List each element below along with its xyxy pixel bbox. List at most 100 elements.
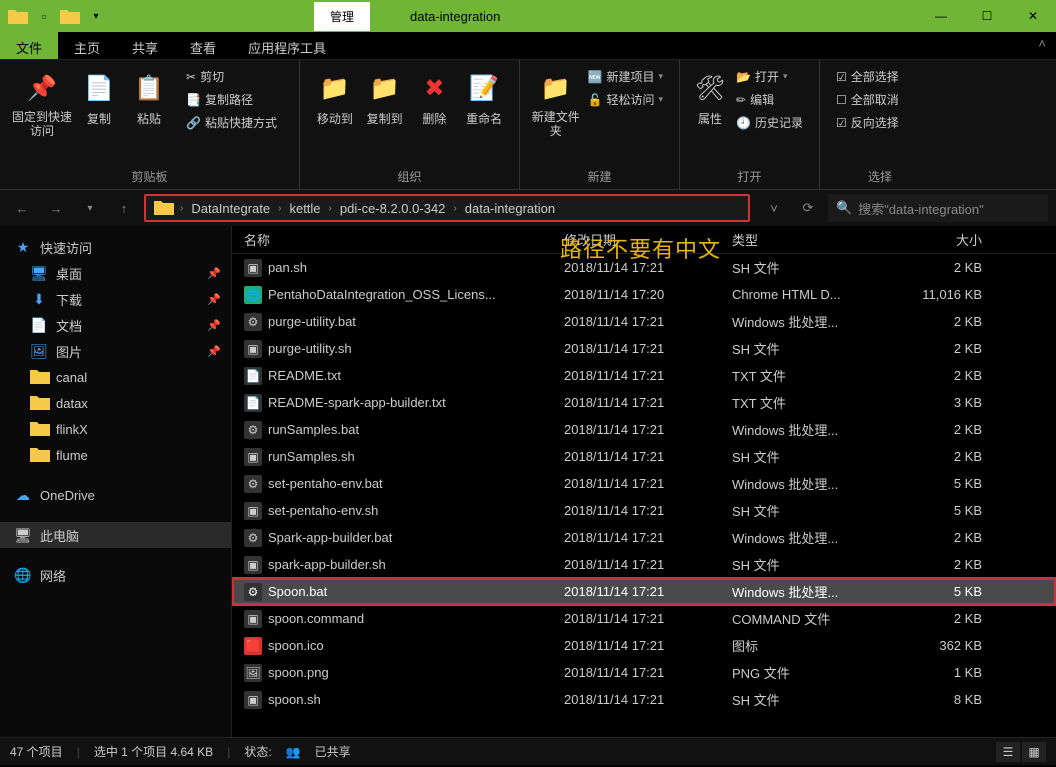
paste-shortcut-button[interactable]: 🔗粘贴快捷方式 <box>180 112 283 133</box>
breadcrumb[interactable]: › DataIntegrate › kettle › pdi-ce-8.2.0.… <box>144 194 750 222</box>
file-icon: ▣ <box>244 259 262 277</box>
tab-app-tools[interactable]: 应用程序工具 <box>232 32 342 59</box>
refresh-button[interactable]: ⟳ <box>794 194 822 222</box>
sidebar-item-datax[interactable]: datax <box>0 390 231 416</box>
close-button[interactable]: ✕ <box>1010 0 1056 32</box>
table-row[interactable]: ▣spark-app-builder.sh2018/11/14 17:21SH … <box>232 551 1056 578</box>
chevron-right-icon[interactable]: › <box>180 203 183 214</box>
qat-save-icon[interactable]: ▫ <box>34 6 54 26</box>
sidebar-onedrive[interactable]: ☁OneDrive <box>0 482 231 508</box>
table-row[interactable]: ⚙runSamples.bat2018/11/14 17:21Windows 批… <box>232 416 1056 443</box>
breadcrumb-item[interactable]: kettle <box>283 199 326 218</box>
sidebar-item-canal[interactable]: canal <box>0 364 231 390</box>
sidebar-desktop[interactable]: 🖥桌面📌 <box>0 260 231 286</box>
sidebar-network[interactable]: 🌐网络 <box>0 562 231 588</box>
edit-button[interactable]: ✏编辑 <box>730 89 809 110</box>
chevron-right-icon[interactable]: › <box>453 203 456 214</box>
column-size[interactable]: 大小 <box>892 230 1002 249</box>
file-list: ▣pan.sh2018/11/14 17:21SH 文件2 KB🌐Pentaho… <box>232 254 1056 713</box>
cut-button[interactable]: ✂剪切 <box>180 66 283 87</box>
table-row[interactable]: ▣spoon.command2018/11/14 17:21COMMAND 文件… <box>232 605 1056 632</box>
edit-icon: ✏ <box>736 93 746 107</box>
file-date: 2018/11/14 17:21 <box>564 503 732 518</box>
sidebar-this-pc[interactable]: 🖥此电脑 <box>0 522 231 548</box>
table-row[interactable]: 📄README-spark-app-builder.txt2018/11/14 … <box>232 389 1056 416</box>
breadcrumb-item[interactable]: data-integration <box>459 199 561 218</box>
column-type[interactable]: 类型 <box>732 230 892 249</box>
table-row[interactable]: ▣purge-utility.sh2018/11/14 17:21SH 文件2 … <box>232 335 1056 362</box>
file-icon: ▣ <box>244 502 262 520</box>
breadcrumb-dropdown[interactable]: ˅ <box>760 194 788 222</box>
rename-button[interactable]: 📝 重命名 <box>459 66 509 127</box>
sidebar-item-flinkx[interactable]: flinkX <box>0 416 231 442</box>
qat-undo-icon[interactable] <box>60 6 80 26</box>
open-button[interactable]: 📂打开▾ <box>730 66 809 87</box>
maximize-button[interactable]: ☐ <box>964 0 1010 32</box>
sidebar-downloads[interactable]: ⬇下载📌 <box>0 286 231 312</box>
tab-view[interactable]: 查看 <box>174 32 232 59</box>
minimize-button[interactable]: — <box>918 0 964 32</box>
table-row[interactable]: ⚙set-pentaho-env.bat2018/11/14 17:21Wind… <box>232 470 1056 497</box>
properties-button[interactable]: 🛠 属性 <box>690 66 730 127</box>
qat-dropdown-icon[interactable]: ▾ <box>86 6 106 26</box>
new-folder-button[interactable]: 📁 新建文件夹 <box>530 66 582 138</box>
table-row[interactable]: 🟥spoon.ico2018/11/14 17:21图标362 KB <box>232 632 1056 659</box>
sidebar-item-flume[interactable]: flume <box>0 442 231 468</box>
up-button[interactable]: ↑ <box>110 194 138 222</box>
copy-path-button[interactable]: 📑复制路径 <box>180 89 283 110</box>
file-name: runSamples.sh <box>268 449 355 464</box>
select-none-button[interactable]: ☐全部取消 <box>830 89 905 110</box>
table-row[interactable]: ▣runSamples.sh2018/11/14 17:21SH 文件2 KB <box>232 443 1056 470</box>
clipboard-group-label: 剪贴板 <box>10 166 289 187</box>
sidebar-documents[interactable]: 📄文档📌 <box>0 312 231 338</box>
view-large-button[interactable]: ▦ <box>1022 742 1046 762</box>
table-row[interactable]: ▣spoon.sh2018/11/14 17:21SH 文件8 KB <box>232 686 1056 713</box>
rename-icon: 📝 <box>466 70 502 106</box>
table-row[interactable]: ▣set-pentaho-env.sh2018/11/14 17:21SH 文件… <box>232 497 1056 524</box>
navigation-bar: ← → ▾ ↑ › DataIntegrate › kettle › pdi-c… <box>0 190 1056 226</box>
file-name: README.txt <box>268 368 341 383</box>
table-row[interactable]: 🖼spoon.png2018/11/14 17:21PNG 文件1 KB <box>232 659 1056 686</box>
view-details-button[interactable]: ☰ <box>996 742 1020 762</box>
chevron-right-icon[interactable]: › <box>278 203 281 214</box>
pin-quick-access-button[interactable]: 📌 固定到快速访问 <box>10 66 74 138</box>
cut-icon: ✂ <box>186 70 196 84</box>
copy-button[interactable]: 📄 复制 <box>74 66 124 127</box>
sidebar-pictures[interactable]: 🖼图片📌 <box>0 338 231 364</box>
file-type: SH 文件 <box>732 555 892 574</box>
table-row[interactable]: 📄README.txt2018/11/14 17:21TXT 文件2 KB <box>232 362 1056 389</box>
tab-home[interactable]: 主页 <box>58 32 116 59</box>
table-row[interactable]: ⚙Spark-app-builder.bat2018/11/14 17:21Wi… <box>232 524 1056 551</box>
contextual-tab-manage[interactable]: 管理 <box>314 2 370 31</box>
breadcrumb-item[interactable]: DataIntegrate <box>185 199 276 218</box>
table-row[interactable]: ⚙purge-utility.bat2018/11/14 17:21Window… <box>232 308 1056 335</box>
recent-dropdown[interactable]: ▾ <box>76 194 104 222</box>
move-to-button[interactable]: 📁 移动到 <box>310 66 360 127</box>
back-button[interactable]: ← <box>8 194 36 222</box>
new-item-button[interactable]: 🆕新建项目▾ <box>582 66 670 87</box>
file-size: 11,016 KB <box>892 287 1002 302</box>
tab-file[interactable]: 文件 <box>0 32 58 59</box>
search-icon: 🔍 <box>836 200 852 216</box>
file-size: 5 KB <box>892 476 1002 491</box>
sidebar-quick-access[interactable]: ★快速访问 <box>0 234 231 260</box>
forward-button[interactable]: → <box>42 194 70 222</box>
history-button[interactable]: 🕘历史记录 <box>730 112 809 133</box>
tab-share[interactable]: 共享 <box>116 32 174 59</box>
desktop-icon: 🖥 <box>30 265 48 282</box>
chevron-right-icon[interactable]: › <box>329 203 332 214</box>
copy-to-button[interactable]: 📁 复制到 <box>360 66 410 127</box>
paste-button[interactable]: 📋 粘贴 <box>124 66 174 127</box>
delete-button[interactable]: ✖ 删除 <box>410 66 460 127</box>
invert-selection-button[interactable]: ☑反向选择 <box>830 112 905 133</box>
file-date: 2018/11/14 17:20 <box>564 287 732 302</box>
table-row[interactable]: 🌐PentahoDataIntegration_OSS_Licens...201… <box>232 281 1056 308</box>
select-all-button[interactable]: ☑全部选择 <box>830 66 905 87</box>
search-input[interactable]: 🔍 搜索"data-integration" <box>828 194 1048 222</box>
column-name[interactable]: 名称 <box>244 230 564 249</box>
breadcrumb-item[interactable]: pdi-ce-8.2.0.0-342 <box>334 199 452 218</box>
ribbon-toggle[interactable]: ˄ <box>1028 32 1056 59</box>
history-icon: 🕘 <box>736 116 751 130</box>
easy-access-button[interactable]: 🔓轻松访问▾ <box>582 89 670 110</box>
table-row[interactable]: ⚙Spoon.bat2018/11/14 17:21Windows 批处理...… <box>232 578 1056 605</box>
